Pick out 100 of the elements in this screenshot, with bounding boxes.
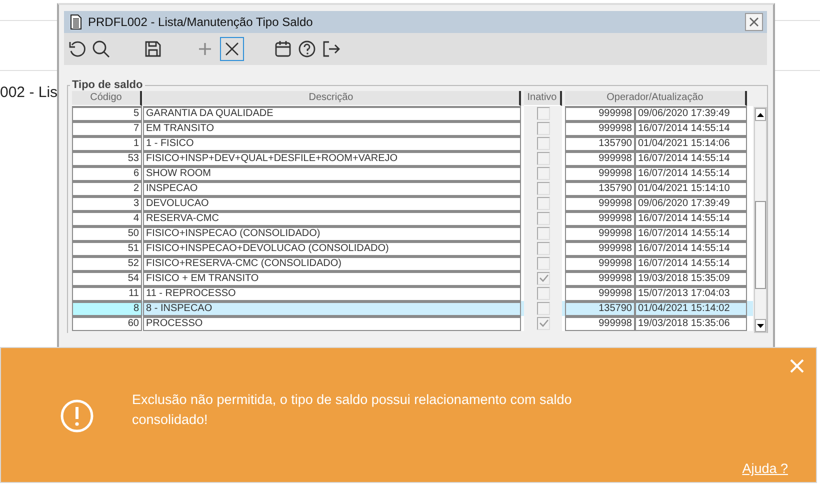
checkbox[interactable]	[536, 122, 550, 135]
table-cell: 60	[72, 316, 142, 331]
checkbox[interactable]	[536, 107, 550, 120]
table-cell: 3	[72, 196, 142, 211]
exit-icon[interactable]	[322, 40, 340, 58]
table-cell: 999998	[565, 196, 635, 211]
error-message: Exclusão não permitida, o tipo de saldo possui relacionamento com saldo consolidado!	[132, 391, 573, 429]
table-cell: 16/07/2014 14:55:14	[635, 151, 747, 166]
table-row[interactable]: 53 FISICO+INSP+DEV+QUAL+DESFILE+ROOM+VAREJO 999998 16/07/2014 14:55:14	[72, 151, 753, 166]
checkbox[interactable]	[536, 287, 550, 300]
page-title: 002 - Lis	[0, 84, 58, 101]
table-row[interactable]: 4 RESERVA-CMC 999998 16/07/2014 14:55:14	[72, 211, 753, 226]
window-title: PRDFL002 - Lista/Manutenção Tipo Saldo	[88, 15, 314, 29]
search-icon[interactable]	[92, 40, 110, 58]
table-cell: 19/03/2018 15:35:06	[635, 316, 747, 331]
checkbox[interactable]	[536, 257, 550, 270]
column-header: Descrição	[143, 91, 521, 106]
column-header: Operador/Atualização	[565, 91, 747, 106]
table-cell: 135790	[565, 136, 635, 151]
table-cell: 2	[72, 181, 142, 196]
table-cell: 8 - INSPECAO	[143, 301, 521, 316]
table-cell: 16/07/2014 14:55:14	[635, 226, 747, 241]
document-icon	[70, 14, 82, 30]
close-icon[interactable]	[790, 359, 804, 373]
checkbox[interactable]	[536, 182, 550, 195]
table-cell: FISICO+INSP+DEV+QUAL+DESFILE+ROOM+VAREJO	[143, 151, 521, 166]
table-cell: 135790	[565, 301, 635, 316]
table-cell: 5	[72, 106, 142, 121]
table-cell: 999998	[565, 316, 635, 331]
table-cell: GARANTIA DA QUALIDADE	[143, 106, 521, 121]
checkbox[interactable]	[536, 167, 550, 180]
table-row[interactable]: 5 GARANTIA DA QUALIDADE 999998 09/06/2020 17:39:49	[72, 106, 753, 121]
help-icon[interactable]	[298, 40, 316, 58]
exclamation-icon	[60, 399, 94, 433]
table-cell: 135790	[565, 181, 635, 196]
x-icon	[225, 42, 239, 56]
table-row[interactable]: 3 DEVOLUCAO 999998 09/06/2020 17:39:49	[72, 196, 753, 211]
save-icon[interactable]	[144, 40, 162, 58]
table-cell: 1 - FISICO	[143, 136, 521, 151]
table-cell: 50	[72, 226, 142, 241]
table-row[interactable]: 11 11 - REPROCESSO 999998 15/07/2013 17:04:03	[72, 286, 753, 301]
table-row[interactable]: 60 PROCESSO 999998 19/03/2018 15:35:06	[72, 316, 753, 331]
table-cell: 6	[72, 166, 142, 181]
table-cell: 52	[72, 256, 142, 271]
checkbox[interactable]	[536, 212, 550, 225]
plus-icon[interactable]	[196, 40, 214, 58]
table-cell: 7	[72, 121, 142, 136]
table-row[interactable]: 52 FISICO+RESERVA-CMC (CONSOLIDADO) 999998 16/07/2014 14:55:14	[72, 256, 753, 271]
table-cell: 16/07/2014 14:55:14	[635, 166, 747, 181]
checkbox[interactable]	[536, 152, 550, 165]
checkbox[interactable]	[536, 317, 550, 330]
table-row[interactable]: 7 EM TRANSITO 999998 16/07/2014 14:55:14	[72, 121, 753, 136]
table-cell: 15/07/2013 17:04:03	[635, 286, 747, 301]
table-cell: 01/04/2021 15:14:06	[635, 136, 747, 151]
table-cell: 999998	[565, 286, 635, 301]
table-cell: 999998	[565, 271, 635, 286]
table-cell: 999998	[565, 121, 635, 136]
table-row[interactable]: 2 INSPECAO 135790 01/04/2021 15:14:10	[72, 181, 753, 196]
close-button[interactable]	[745, 13, 763, 31]
table-cell: 999998	[565, 226, 635, 241]
checkbox[interactable]	[536, 302, 550, 315]
table-cell: SHOW ROOM	[143, 166, 521, 181]
group-title: Tipo de saldo	[71, 79, 144, 91]
table-cell: 4	[72, 211, 142, 226]
table-cell: 999998	[565, 151, 635, 166]
table-row[interactable]: 8 8 - INSPECAO 135790 01/04/2021 15:14:02	[72, 301, 753, 316]
table-cell: 8	[72, 301, 142, 316]
checkbox[interactable]	[536, 197, 550, 210]
checkbox[interactable]	[536, 137, 550, 150]
scrollbar[interactable]	[754, 107, 767, 333]
checkbox[interactable]	[536, 272, 550, 285]
table-row[interactable]: 54 FISICO + EM TRANSITO 999998 19/03/2018 15:35:09	[72, 271, 753, 286]
table-cell: 999998	[565, 166, 635, 181]
delete-button[interactable]	[220, 37, 244, 61]
table-cell: 16/07/2014 14:55:14	[635, 256, 747, 271]
table-cell: RESERVA-CMC	[143, 211, 521, 226]
table-cell: 54	[72, 271, 142, 286]
column-header: Inativo	[524, 91, 562, 106]
table-row[interactable]: 1 1 - FISICO 135790 01/04/2021 15:14:06	[72, 136, 753, 151]
undo-icon[interactable]	[68, 40, 86, 58]
table-cell: 16/07/2014 14:55:14	[635, 241, 747, 256]
up-arrow-icon[interactable]	[757, 112, 764, 116]
table-cell: 1	[72, 136, 142, 151]
table-cell: EM TRANSITO	[143, 121, 521, 136]
table-cell: 09/06/2020 17:39:49	[635, 196, 747, 211]
down-arrow-icon[interactable]	[757, 324, 764, 328]
table-cell: 11 - REPROCESSO	[143, 286, 521, 301]
table-cell: 999998	[565, 241, 635, 256]
table-row[interactable]: 6 SHOW ROOM 999998 16/07/2014 14:55:14	[72, 166, 753, 181]
table-cell: FISICO+RESERVA-CMC (CONSOLIDADO)	[143, 256, 521, 271]
checkbox[interactable]	[536, 242, 550, 255]
table-row[interactable]: 51 FISICO+INSPECAO+DEVOLUCAO (CONSOLIDADO) 999998 16/07/2014 14:55:14	[72, 241, 753, 256]
table-cell: INSPECAO	[143, 181, 521, 196]
calendar-icon[interactable]	[274, 40, 292, 58]
table-cell: DEVOLUCAO	[143, 196, 521, 211]
checkbox[interactable]	[536, 227, 550, 240]
table-cell: PROCESSO	[143, 316, 521, 331]
table-cell: 01/04/2021 15:14:10	[635, 181, 747, 196]
table-row[interactable]: 50 FISICO+INSPECAO (CONSOLIDADO) 999998 16/07/2014 14:55:14	[72, 226, 753, 241]
table-cell: 16/07/2014 14:55:14	[635, 211, 747, 226]
